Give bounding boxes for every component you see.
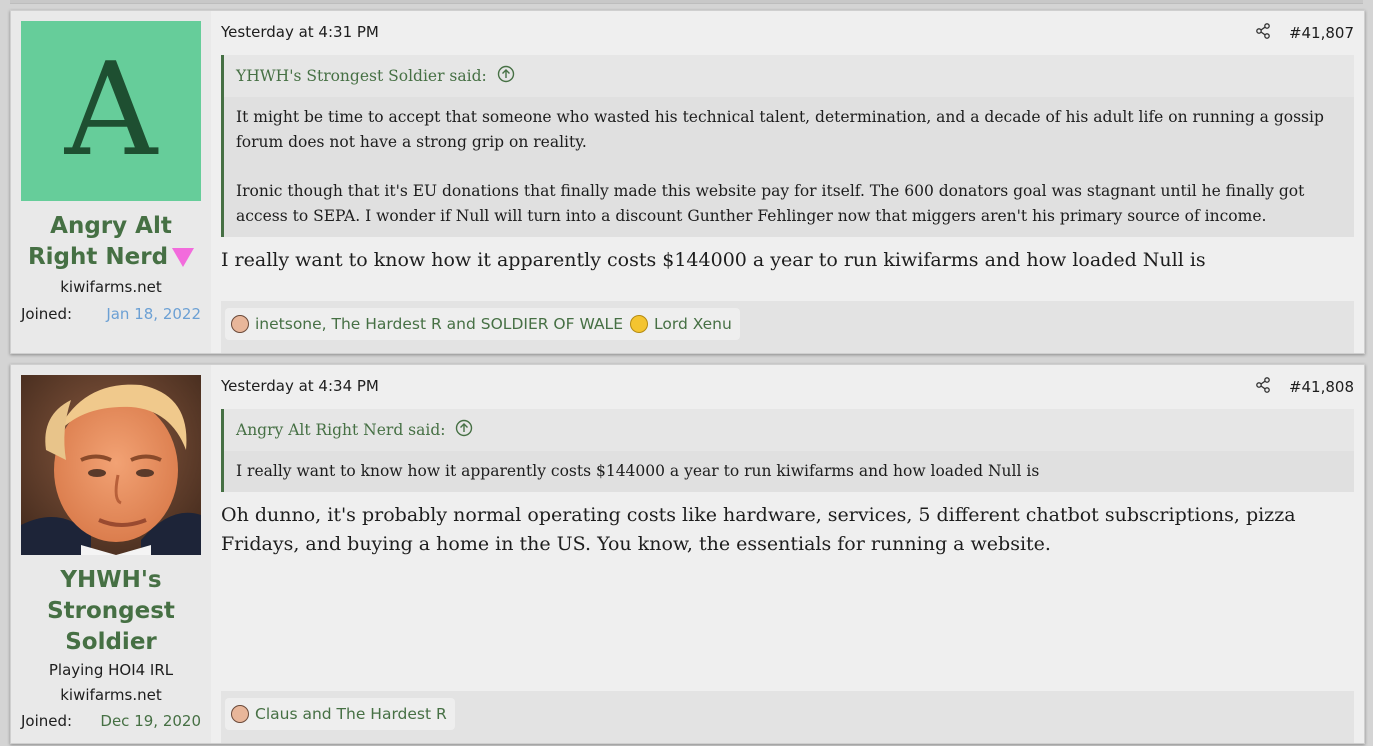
quote-header[interactable]: YHWH's Strongest Soldier said: xyxy=(224,55,1354,97)
username[interactable]: Angry Alt Right Nerd xyxy=(21,211,201,273)
quote-paragraph: It might be time to accept that someone … xyxy=(236,108,1324,151)
quote-body: I really want to know how it apparently … xyxy=(224,451,1354,492)
quote-body: It might be time to accept that someone … xyxy=(224,97,1354,237)
share-icon[interactable] xyxy=(1255,377,1271,397)
username-text: Angry Alt Right Nerd xyxy=(27,213,172,270)
previous-post-edge xyxy=(10,0,1363,4)
face-emoji-icon xyxy=(231,705,249,723)
reaction-chip[interactable]: Lord Xenu xyxy=(624,308,740,340)
reaction-chip[interactable]: Claus and The Hardest R xyxy=(225,698,455,730)
post-number[interactable]: #41,808 xyxy=(1289,378,1354,396)
rank-triangle-icon xyxy=(172,248,195,267)
user-title: Playing HOI4 IRL xyxy=(48,661,174,679)
reactions-bar: Claus and The Hardest R xyxy=(221,691,1354,743)
joined-label: Joined: xyxy=(21,305,73,323)
face-emoji-icon xyxy=(231,315,249,333)
quote-header[interactable]: Angry Alt Right Nerd said: xyxy=(224,409,1354,451)
user-site: kiwifarms.net xyxy=(60,686,162,704)
avatar-photo-icon xyxy=(21,375,201,555)
joined-date: Dec 19, 2020 xyxy=(100,712,201,730)
reactions-bar: inetsone, The Hardest R and SOLDIER OF W… xyxy=(221,301,1354,353)
avatar[interactable]: A xyxy=(21,21,201,201)
quote-paragraph: I really want to know how it apparently … xyxy=(236,462,1040,480)
forum-post: YHWH's Strongest Soldier Playing HOI4 IR… xyxy=(10,364,1365,744)
avatar-letter: A xyxy=(64,36,158,185)
post-main: Yesterday at 4:31 PM #41,807 YHWH's Stro… xyxy=(221,11,1354,353)
post-meta: #41,807 xyxy=(1255,23,1354,43)
post-number[interactable]: #41,807 xyxy=(1289,24,1354,42)
quote-author[interactable]: Angry Alt Right Nerd said: xyxy=(236,421,445,439)
arrow-up-circle-icon[interactable] xyxy=(455,419,473,441)
reaction-users[interactable]: Claus and The Hardest R xyxy=(255,705,447,723)
thinking-emoji-icon xyxy=(630,315,648,333)
post-date[interactable]: Yesterday at 4:31 PM xyxy=(221,23,379,41)
quote-block: Angry Alt Right Nerd said: I really want… xyxy=(221,409,1354,492)
post-message: I really want to know how it apparently … xyxy=(221,249,1206,271)
post-meta: #41,808 xyxy=(1255,377,1354,397)
user-info-column: A Angry Alt Right Nerd kiwifarms.net Joi… xyxy=(11,11,211,353)
quote-block: YHWH's Strongest Soldier said: It might … xyxy=(221,55,1354,237)
post-main: Yesterday at 4:34 PM #41,808 Angry Alt R… xyxy=(221,365,1354,743)
avatar[interactable] xyxy=(21,375,201,555)
joined-date: Jan 18, 2022 xyxy=(106,305,201,323)
reaction-users[interactable]: Lord Xenu xyxy=(654,315,732,333)
quote-paragraph: Ironic though that it's EU donations tha… xyxy=(236,182,1305,225)
user-info-column: YHWH's Strongest Soldier Playing HOI4 IR… xyxy=(11,365,211,743)
reaction-users[interactable]: inetsone, The Hardest R and SOLDIER OF W… xyxy=(255,315,633,333)
forum-post: A Angry Alt Right Nerd kiwifarms.net Joi… xyxy=(10,10,1365,354)
post-date[interactable]: Yesterday at 4:34 PM xyxy=(221,377,379,395)
username[interactable]: YHWH's Strongest Soldier xyxy=(21,565,201,658)
reaction-chip[interactable]: inetsone, The Hardest R and SOLDIER OF W… xyxy=(225,308,641,340)
arrow-up-circle-icon[interactable] xyxy=(497,65,515,87)
post-message: Oh dunno, it's probably normal operating… xyxy=(221,504,1296,555)
joined-label: Joined: xyxy=(21,712,73,730)
share-icon[interactable] xyxy=(1255,23,1271,43)
quote-author[interactable]: YHWH's Strongest Soldier said: xyxy=(236,67,487,85)
user-site: kiwifarms.net xyxy=(60,278,162,296)
